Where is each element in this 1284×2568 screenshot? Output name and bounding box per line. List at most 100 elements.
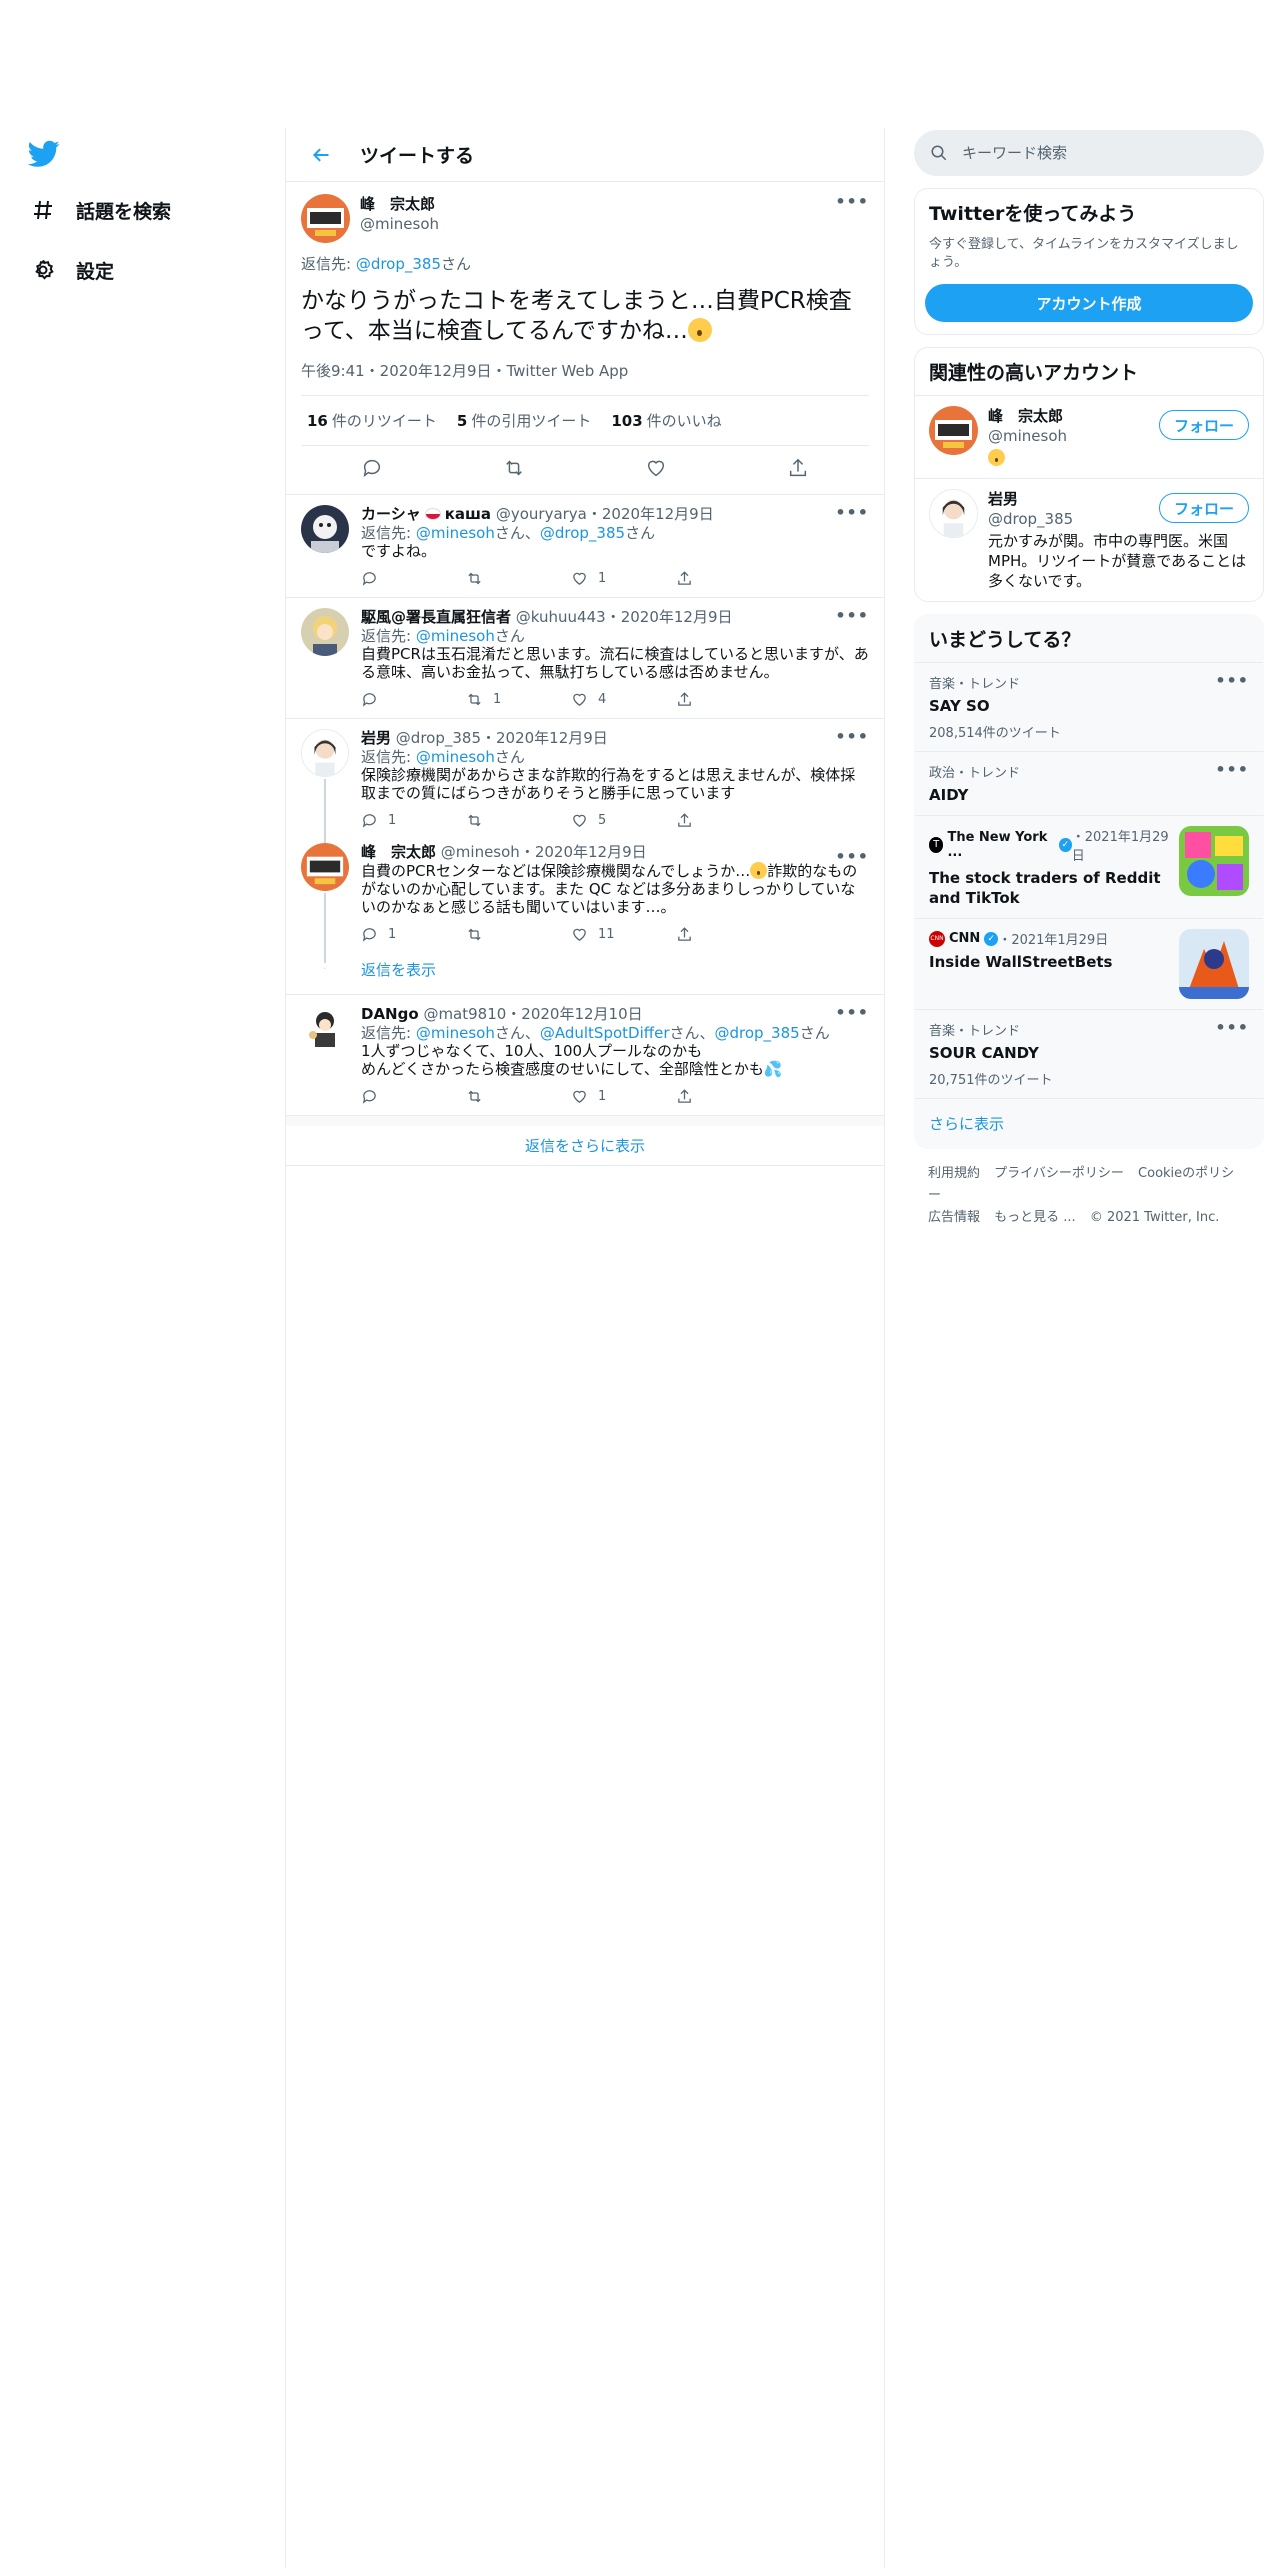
reply-tweet[interactable]: 峰 宗太郎 @minesoh・2020年12月9日 自費のPCRセンターなどは保…	[286, 839, 884, 963]
like-button[interactable]: 11	[571, 926, 676, 943]
show-more-replies-link[interactable]: 返信をさらに表示	[525, 1135, 645, 1156]
like-button[interactable]: 5	[571, 812, 676, 829]
reply-date[interactable]: ・2020年12月9日	[481, 729, 608, 747]
reply-to-link[interactable]: @minesoh	[416, 524, 495, 542]
like-button[interactable]: 1	[571, 570, 676, 587]
reply-author-name[interactable]: DANgo	[361, 1005, 419, 1023]
share-button[interactable]	[676, 691, 781, 708]
retweet-button[interactable]	[466, 570, 571, 587]
tweet-timestamp[interactable]: 午後9:41・2020年12月9日・Twitter Web App	[301, 360, 869, 396]
news-item[interactable]: T The New York ... ✓ ・2021年1月29日 The sto…	[915, 815, 1263, 918]
author-handle[interactable]: @minesoh	[360, 214, 439, 234]
account-item[interactable]: 峰 宗太郎 @minesoh フォロー	[915, 395, 1263, 478]
show-replies-link[interactable]: 返信を表示	[361, 961, 436, 979]
more-options-icon[interactable]: •••	[835, 192, 869, 211]
footer-terms-link[interactable]: 利用規約	[928, 1166, 980, 1181]
more-options-icon[interactable]: •••	[835, 1003, 869, 1022]
heart-icon[interactable]	[645, 457, 667, 483]
share-button[interactable]	[676, 812, 781, 829]
trend-item[interactable]: 政治・トレンド AIDY •••	[915, 751, 1263, 815]
reply-tweet[interactable]: 岩男 @drop_385・2020年12月9日 返信先: @minesohさん …	[286, 719, 884, 891]
reply-to-link[interactable]: @drop_385	[356, 255, 441, 273]
retweet-icon[interactable]	[503, 457, 525, 483]
more-options-icon[interactable]: •••	[1215, 1018, 1249, 1037]
reply-to-link[interactable]: @minesoh	[416, 748, 495, 766]
news-item[interactable]: CNN CNN ✓ ・2021年1月29日 Inside WallStreetB…	[915, 918, 1263, 1009]
reply-author-name[interactable]: カーシャ	[361, 505, 421, 523]
nav-explore[interactable]: 話題を検索	[28, 190, 171, 230]
more-options-icon[interactable]: •••	[835, 606, 869, 625]
reply-button[interactable]	[361, 1088, 466, 1105]
avatar[interactable]	[301, 1005, 349, 1053]
avatar[interactable]	[929, 406, 978, 455]
trend-item[interactable]: 音楽・トレンド SAY SO 208,514件のツイート •••	[915, 662, 1263, 751]
trends-show-more-link[interactable]: さらに表示	[929, 1115, 1004, 1133]
author-name[interactable]: 峰 宗太郎	[360, 194, 439, 214]
reply-button[interactable]	[361, 691, 466, 708]
reply-author-name[interactable]: 岩男	[361, 729, 391, 747]
share-icon[interactable]	[787, 457, 809, 483]
retweet-stat[interactable]: 16 件のリツイート	[307, 410, 437, 431]
footer-privacy-link[interactable]: プライバシーポリシー	[994, 1166, 1124, 1181]
retweet-button[interactable]	[466, 812, 571, 829]
twitter-logo-icon[interactable]	[27, 140, 62, 170]
reply-button[interactable]	[361, 570, 466, 587]
more-options-icon[interactable]: •••	[835, 503, 869, 522]
avatar[interactable]	[301, 608, 349, 656]
reply-to-link[interactable]: @AdultSpotDiffer	[540, 1024, 670, 1042]
reply-tweet[interactable]: 駆風@署長直属狂信者 @kuhuu443・2020年12月9日 返信先: @mi…	[286, 598, 884, 719]
reply-date[interactable]: ・2020年12月10日	[506, 1005, 642, 1023]
nav-settings[interactable]: 設定	[28, 250, 114, 290]
reply-author-name-suffix[interactable]: каша	[445, 505, 491, 523]
more-options-icon[interactable]: •••	[835, 847, 869, 866]
reply-author-name[interactable]: 駆風@署長直属狂信者	[361, 608, 511, 626]
avatar[interactable]	[301, 843, 349, 891]
quote-stat[interactable]: 5 件の引用ツイート	[457, 410, 591, 431]
reply-to-link[interactable]: @drop_385	[540, 524, 625, 542]
like-button[interactable]: 4	[571, 691, 676, 708]
more-options-icon[interactable]: •••	[835, 727, 869, 746]
reply-to-link[interactable]: @minesoh	[416, 627, 495, 645]
reply-author-name[interactable]: 峰 宗太郎	[361, 843, 436, 861]
avatar[interactable]	[301, 505, 349, 553]
reply-to-link[interactable]: @minesoh	[416, 1024, 495, 1042]
reply-date[interactable]: ・2020年12月9日	[587, 505, 714, 523]
reply-tweet[interactable]: カーシャ каша @youryarya・2020年12月9日 返信先: @min…	[286, 495, 884, 598]
follow-button[interactable]: フォロー	[1158, 493, 1249, 523]
retweet-button[interactable]: 1	[466, 691, 571, 708]
news-thumbnail[interactable]	[1179, 929, 1249, 999]
like-button[interactable]: 1	[571, 1088, 676, 1105]
trend-item[interactable]: 音楽・トレンド SOUR CANDY 20,751件のツイート •••	[915, 1009, 1263, 1098]
reply-date[interactable]: ・2020年12月9日	[520, 843, 647, 861]
create-account-button[interactable]: アカウント作成	[925, 284, 1253, 322]
share-button[interactable]	[676, 926, 781, 943]
account-item[interactable]: 岩男 @drop_385 元かすみが関。市中の専門医。米国MPH。リツイートが賛…	[915, 478, 1263, 601]
news-thumbnail[interactable]	[1179, 826, 1249, 896]
reply-author-handle[interactable]: @minesoh	[441, 843, 520, 861]
search-input[interactable]	[962, 144, 1222, 162]
reply-author-handle[interactable]: @drop_385	[396, 729, 481, 747]
reply-tweet[interactable]: DANgo @mat9810・2020年12月10日 返信先: @minesoh…	[286, 995, 884, 1116]
reply-author-handle[interactable]: @kuhuu443	[516, 608, 606, 626]
avatar[interactable]	[301, 194, 350, 243]
more-options-icon[interactable]: •••	[1215, 671, 1249, 690]
reply-author-handle[interactable]: @mat9810	[423, 1005, 506, 1023]
like-stat[interactable]: 103 件のいいね	[611, 410, 721, 431]
reply-button[interactable]: 1	[361, 926, 466, 943]
footer-more-link[interactable]: もっと見る ...	[994, 1210, 1076, 1225]
avatar[interactable]	[301, 729, 349, 777]
follow-button[interactable]: フォロー	[1158, 410, 1249, 440]
share-button[interactable]	[676, 1088, 781, 1105]
reply-date[interactable]: ・2020年12月9日	[606, 608, 733, 626]
retweet-button[interactable]	[466, 1088, 571, 1105]
reply-author-handle[interactable]: @youryarya	[496, 505, 587, 523]
more-options-icon[interactable]: •••	[1215, 760, 1249, 779]
reply-icon[interactable]	[361, 457, 383, 483]
reply-to-link[interactable]: @drop_385	[715, 1024, 800, 1042]
avatar[interactable]	[929, 489, 978, 538]
footer-ads-link[interactable]: 広告情報	[928, 1210, 980, 1225]
reply-button[interactable]: 1	[361, 812, 466, 829]
back-arrow-icon[interactable]	[306, 140, 336, 170]
retweet-button[interactable]	[466, 926, 571, 943]
share-button[interactable]	[676, 570, 781, 587]
